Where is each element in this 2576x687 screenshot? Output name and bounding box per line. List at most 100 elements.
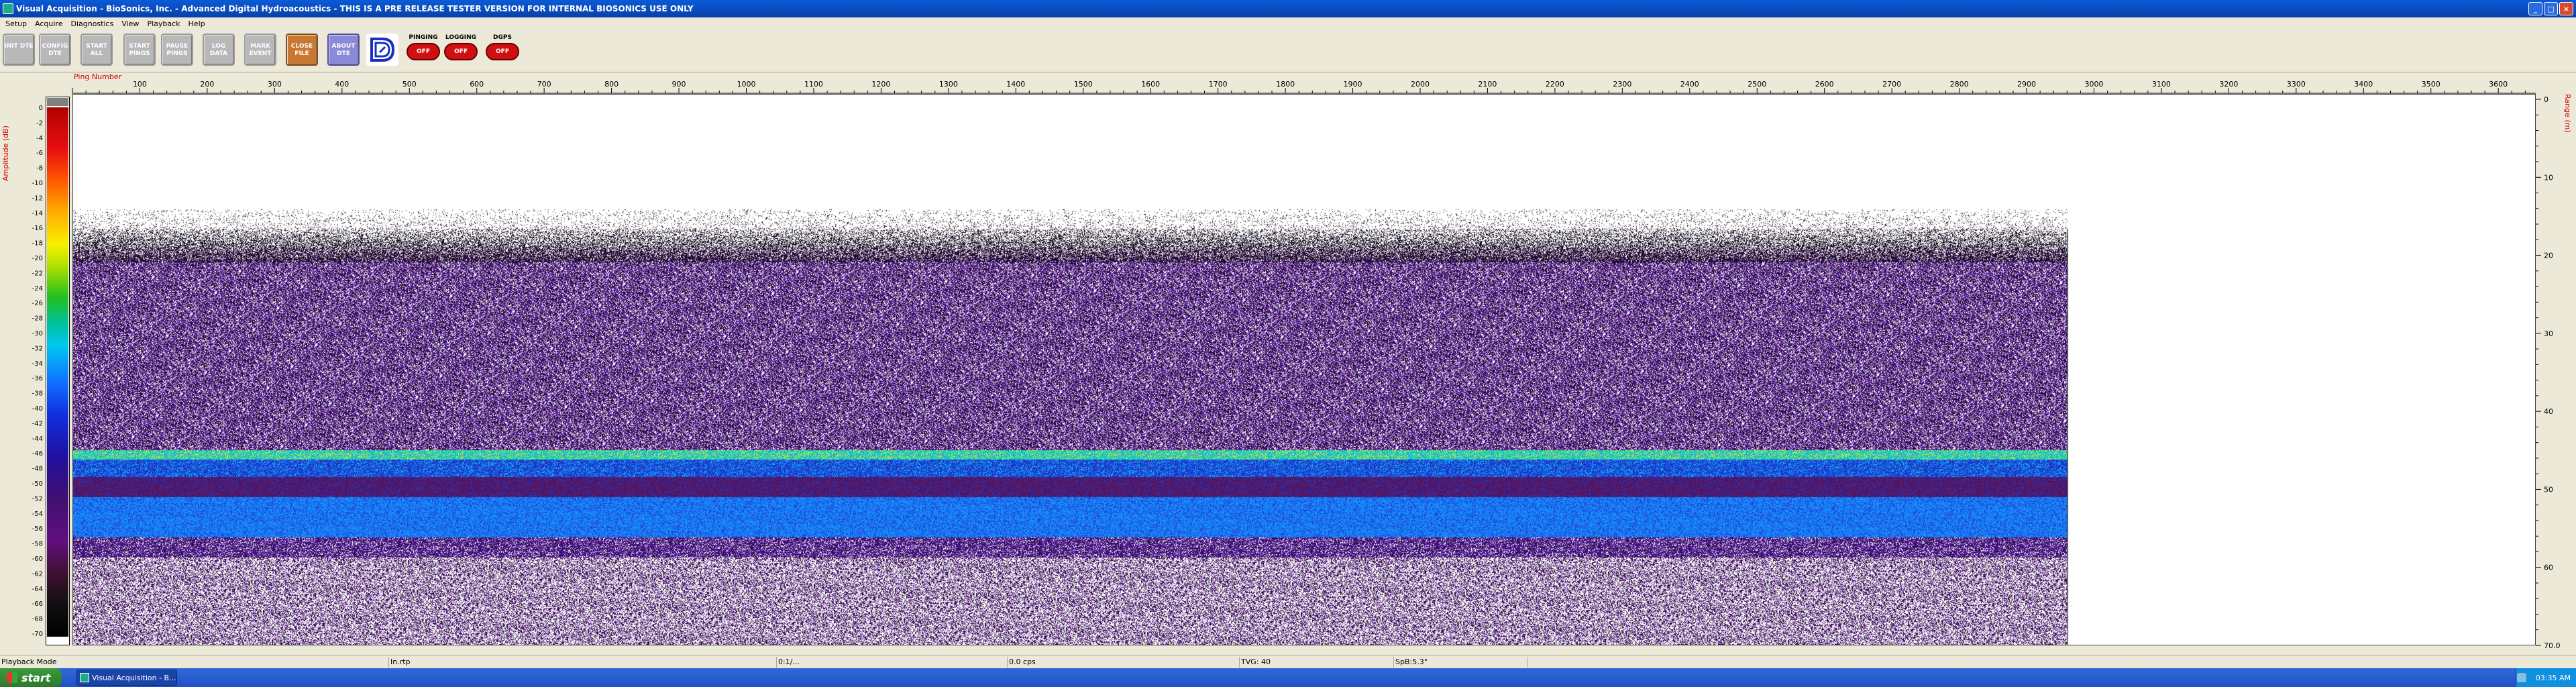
range-ticks: 0 10 20 30 40 50 60 70.0	[2536, 95, 2561, 650]
ping-tick-label: 200	[200, 80, 214, 89]
dgps-indicator: OFF	[486, 43, 519, 60]
ping-tick-label: 700	[537, 80, 551, 89]
logging-status: LOGGING OFF	[443, 34, 479, 66]
amplitude-tick-label: -56	[32, 525, 43, 533]
amplitude-tick-label: -60	[32, 556, 43, 563]
menu-playback[interactable]: Playback	[143, 19, 184, 28]
amplitude-tick-label: -30	[32, 330, 43, 337]
amplitude-tick-label: -36	[32, 375, 43, 382]
ping-tick-label: 1500	[1074, 80, 1093, 89]
pinging-status: PINGING OFF	[405, 34, 441, 66]
ping-tick-label: 1100	[804, 80, 823, 89]
range-tick-label: 50	[2544, 485, 2553, 494]
ping-tick-label: 3600	[2489, 80, 2508, 89]
menu-setup[interactable]: Setup	[1, 19, 31, 28]
ping-tick-label: 300	[268, 80, 282, 89]
echogram-canvas[interactable]	[73, 95, 2535, 645]
pause-pings-button[interactable]: PAUSE PINGS	[161, 34, 193, 66]
ping-tick-label: 1900	[1344, 80, 1362, 89]
ping-axis: 100 200 300 400 500 600 700 800 900 1000 1100 1200 1…	[72, 80, 2536, 94]
ping-tick-label: 3000	[2085, 80, 2104, 89]
amplitude-tick-label: -68	[32, 616, 43, 623]
minimize-button[interactable]: _	[2528, 2, 2542, 15]
ping-tick-label: 1700	[1209, 80, 1228, 89]
echogram-display[interactable]	[72, 94, 2536, 645]
menu-acquire[interactable]: Acquire	[31, 19, 66, 28]
status-rate: 0.0 cps	[1008, 657, 1240, 668]
ping-tick-label: 1000	[737, 80, 756, 89]
taskbar-item-visual-acquisition[interactable]: Visual Acquisition - B...	[76, 670, 177, 686]
status-file: In.rtp	[389, 657, 777, 668]
ping-tick-label: 3500	[2422, 80, 2440, 89]
range-tick-label: 0	[2544, 95, 2548, 104]
taskbar-item-label: Visual Acquisition - B...	[92, 673, 176, 682]
ping-tick-label: 500	[402, 80, 417, 89]
ping-tick-label: 2600	[1815, 80, 1834, 89]
app-icon	[3, 3, 13, 14]
range-tick-label: 10	[2544, 173, 2553, 182]
amplitude-tick-label: -26	[32, 300, 43, 307]
ping-tick-label: 100	[133, 80, 147, 89]
amplitude-tick-label: -38	[32, 390, 43, 398]
about-dte-button[interactable]: ABOUT DTE	[327, 34, 360, 66]
window-title: Visual Acquisition - BioSonics, Inc. - A…	[16, 4, 694, 13]
config-dte-button[interactable]: CONFIG DTE	[39, 34, 71, 66]
status-tvg: TVG: 40	[1240, 657, 1394, 668]
amplitude-tick-label: -4	[36, 135, 43, 142]
pinging-label: PINGING	[409, 34, 438, 41]
dgps-status: DGPS OFF	[484, 34, 521, 66]
amplitude-tick-label: -54	[32, 511, 43, 518]
logging-indicator: OFF	[444, 43, 478, 60]
ping-tick-label: 3300	[2287, 80, 2306, 89]
window-controls: _ □ ×	[2528, 2, 2573, 15]
amplitude-tick-label: -48	[32, 466, 43, 473]
amplitude-tick-label: -64	[32, 586, 43, 593]
status-time: 0:1/...	[777, 657, 1008, 668]
amplitude-tick-label: -52	[32, 495, 43, 503]
menu-diagnostics[interactable]: Diagnostics	[66, 19, 117, 28]
range-tick-label: 60	[2544, 564, 2553, 572]
amplitude-tick-label: -58	[32, 541, 43, 548]
ping-tick-label: 1200	[871, 80, 890, 89]
range-tick-label: 40	[2544, 407, 2553, 416]
ping-tick-label: 400	[335, 80, 349, 89]
logging-label: LOGGING	[445, 34, 477, 41]
start-pings-button[interactable]: START PINGS	[123, 34, 156, 66]
color-scale-gradient	[47, 107, 68, 636]
ping-tick-label: 1400	[1006, 80, 1025, 89]
maximize-button[interactable]: □	[2544, 2, 2558, 15]
amplitude-tick-label: -40	[32, 405, 43, 413]
ping-tick-label: 2700	[1882, 80, 1901, 89]
range-tick-label: 30	[2544, 329, 2553, 338]
ping-tick-label: 3200	[2219, 80, 2238, 89]
ping-tick-label: 2900	[2017, 80, 2036, 89]
mark-event-button[interactable]: MARK EVENT	[244, 34, 276, 66]
init-dte-button[interactable]: INIT DTE	[3, 34, 35, 66]
start-all-button[interactable]: START ALL	[80, 34, 113, 66]
amplitude-tick-label: -28	[32, 315, 43, 323]
tray-clock: 03:35 AM	[2535, 673, 2571, 682]
color-scale-top-swatch	[47, 98, 68, 106]
amplitude-tick-label: -50	[32, 480, 43, 488]
ping-tick-label: 2300	[1613, 80, 1631, 89]
ping-tick-label: 2100	[1478, 80, 1497, 89]
close-window-button[interactable]: ×	[2559, 2, 2573, 15]
amplitude-tick-label: -70	[32, 631, 43, 638]
dgps-label: DGPS	[493, 34, 512, 41]
ping-tick-label: 2500	[1748, 80, 1766, 89]
amplitude-tick-label: -32	[32, 345, 43, 352]
ping-tick-label: 600	[470, 80, 484, 89]
pinging-indicator: OFF	[407, 43, 440, 60]
start-button[interactable]: start	[0, 668, 62, 687]
amplitude-tick-label: -10	[32, 180, 43, 187]
toolbar: INIT DTE CONFIG DTE START ALL START PING…	[0, 30, 2576, 72]
tray-network-icon[interactable]	[2516, 673, 2526, 682]
ping-tick-label: 1800	[1276, 80, 1295, 89]
menu-help[interactable]: Help	[184, 19, 209, 28]
menu-view[interactable]: View	[117, 19, 143, 28]
ping-tick-label: 800	[604, 80, 619, 89]
log-data-button[interactable]: LOG DATA	[203, 34, 235, 66]
windows-flag-icon	[7, 672, 17, 683]
close-file-button[interactable]: CLOSE FILE	[286, 34, 318, 66]
status-bar: Playback Mode In.rtp 0:1/... 0.0 cps TVG…	[0, 655, 2576, 668]
